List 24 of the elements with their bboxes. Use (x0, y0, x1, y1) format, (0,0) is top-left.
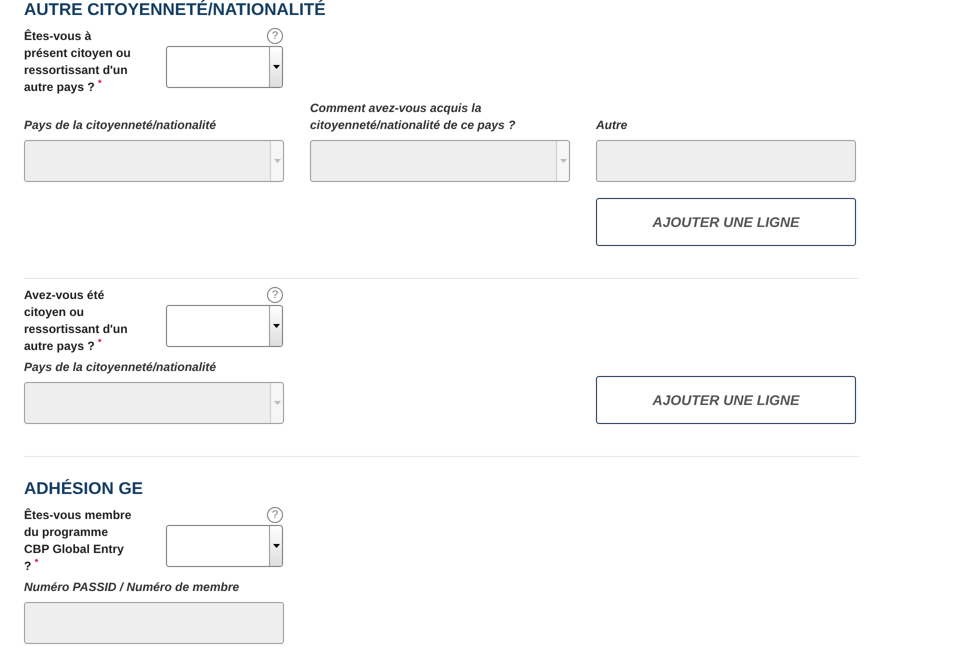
answer-dropdown[interactable] (166, 525, 283, 567)
answer-dropdown[interactable] (166, 46, 283, 88)
caret-icon (274, 401, 280, 405)
help-icon[interactable]: ? (267, 287, 283, 303)
answer-dropdown[interactable] (166, 305, 283, 347)
field-label: Autre (596, 117, 628, 134)
question-label: Êtes-vous membre du programme CBP Global Entry ? $^{*}$ (24, 507, 132, 575)
question-label: Êtes-vous à présent citoyen ou ressortissant d'un autre pays ? $^{*}$ (24, 28, 132, 96)
field-label: Pays de la citoyenneté/nationalité (24, 359, 218, 376)
caret-icon (272, 324, 280, 328)
field-label: Pays de la citoyenneté/nationalité (24, 117, 218, 134)
caret-icon (274, 159, 280, 163)
section-heading: ADHÉSION GE (24, 479, 144, 499)
caret-icon (272, 544, 280, 548)
caret-icon (560, 159, 566, 163)
add-row-button[interactable]: AJOUTER UNE LIGNE (596, 198, 856, 246)
field-label: Numéro PASSID / Numéro de membre (24, 579, 240, 596)
section-heading: AUTRE CITOYENNETÉ/NATIONALITÉ (24, 0, 327, 20)
add-row-button[interactable]: AJOUTER UNE LIGNE (596, 376, 856, 424)
field-label: Comment avez-vous acquis la citoyenneté/nationalité de ce pays ? (310, 100, 516, 134)
caret-icon (272, 65, 280, 69)
question-label: Avez-vous été citoyen ou ressortissant d'un autre pays ? $^{*}$ (24, 287, 129, 355)
help-icon[interactable]: ? (267, 28, 283, 44)
help-icon[interactable]: ? (267, 507, 283, 523)
